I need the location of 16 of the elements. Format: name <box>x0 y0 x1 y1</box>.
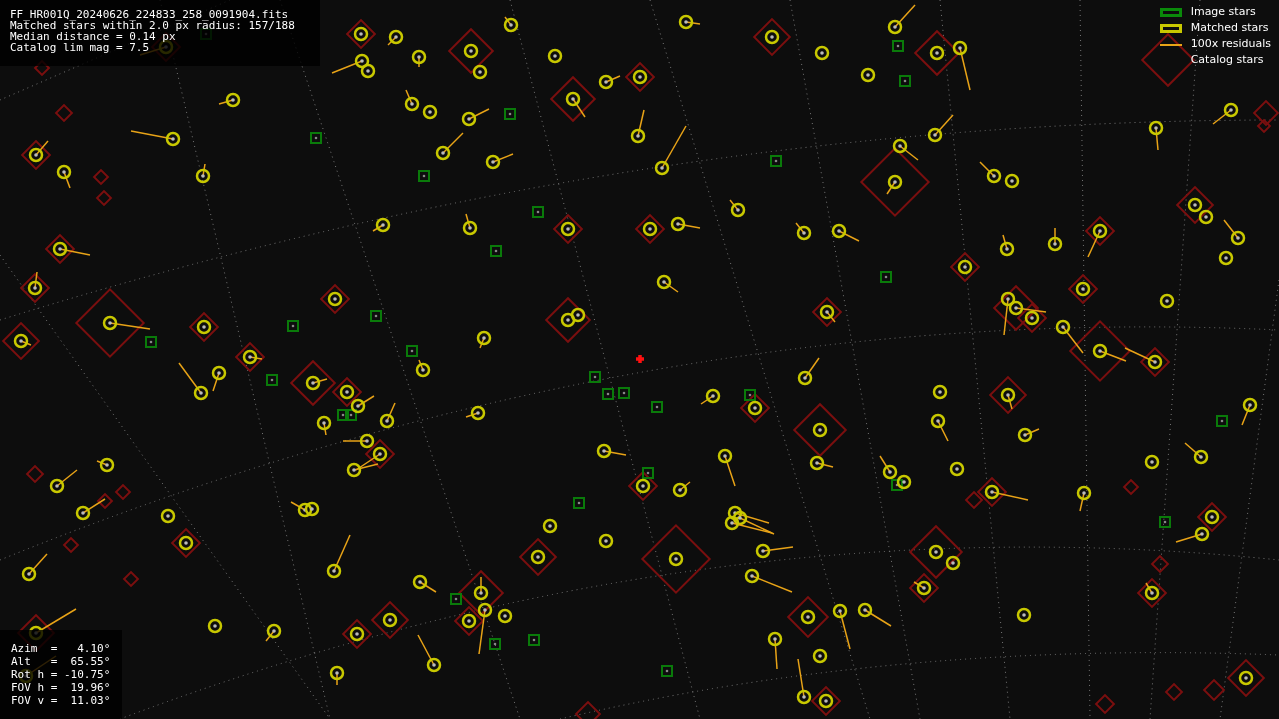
legend-label: Image stars <box>1190 4 1256 21</box>
pointing-line: FOV h = 19.96° <box>11 681 111 694</box>
legend-label: 100x residuals <box>1190 36 1271 53</box>
pointing-line: Azim = 4.10° <box>11 642 111 655</box>
info-line: Matched stars within 2.0 px radius: 157/188 <box>10 20 295 31</box>
residual-line-icon <box>1159 43 1182 46</box>
pointing-line: FOV v = 11.03° <box>11 694 111 707</box>
image-star-swatch-icon <box>1159 8 1182 17</box>
info-line: Catalog lim mag = 7.5 <box>10 42 150 53</box>
legend-label: Catalog stars <box>1190 52 1264 69</box>
pointing-line: Alt = 65.55° <box>11 655 111 668</box>
legend-label: Matched stars <box>1190 20 1269 37</box>
info-line: FF_HR001Q_20240626_224833_258_0091904.fits <box>10 9 289 20</box>
info-line: Median distance = 0.14 px <box>10 31 176 42</box>
matched-star-swatch-icon <box>1159 24 1182 33</box>
pointing-line: Rot h = -10.75° <box>11 668 111 681</box>
